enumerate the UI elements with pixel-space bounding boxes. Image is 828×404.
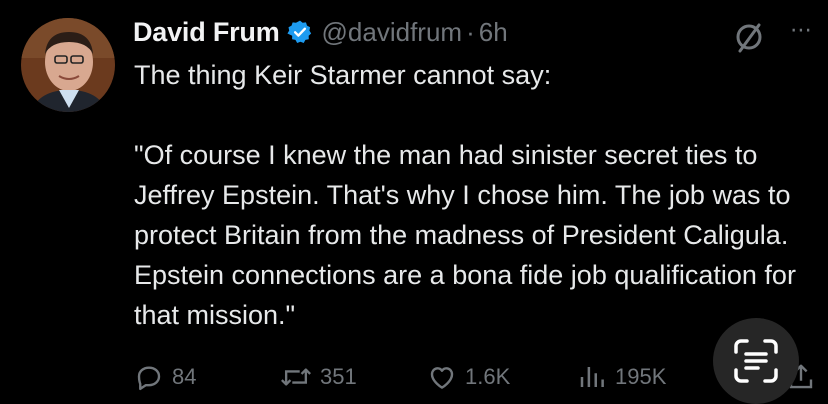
analytics-icon xyxy=(580,367,604,387)
text-scan-button[interactable] xyxy=(713,318,799,404)
grok-icon[interactable] xyxy=(732,20,766,54)
author-handle[interactable]: @davidfrum xyxy=(322,17,463,48)
reply-count: 84 xyxy=(172,364,197,389)
repost-icon xyxy=(281,368,311,386)
tweet-header: David Frum @davidfrum · 6h xyxy=(133,12,508,52)
dot-separator: · xyxy=(466,16,475,47)
repost-count: 351 xyxy=(320,364,357,389)
timestamp[interactable]: 6h xyxy=(479,17,508,48)
like-button[interactable]: 1.6K xyxy=(427,362,510,392)
view-count: 195K xyxy=(615,364,667,389)
views-button[interactable]: 195K xyxy=(577,362,666,392)
reply-button[interactable]: 84 xyxy=(134,362,196,392)
tweet-card[interactable]: David Frum @davidfrum · 6h ⋯ The thing K… xyxy=(0,0,828,404)
reply-icon xyxy=(137,366,161,391)
author-name[interactable]: David Frum xyxy=(133,17,280,48)
repost-button[interactable]: 351 xyxy=(280,362,357,392)
like-count: 1.6K xyxy=(465,364,511,389)
more-options-icon[interactable]: ⋯ xyxy=(790,18,813,42)
heart-icon xyxy=(430,367,454,389)
tweet-text: The thing Keir Starmer cannot say: "Of c… xyxy=(134,60,796,330)
avatar[interactable] xyxy=(21,18,115,112)
scan-text-icon xyxy=(734,339,778,383)
verified-badge-icon xyxy=(286,19,313,45)
